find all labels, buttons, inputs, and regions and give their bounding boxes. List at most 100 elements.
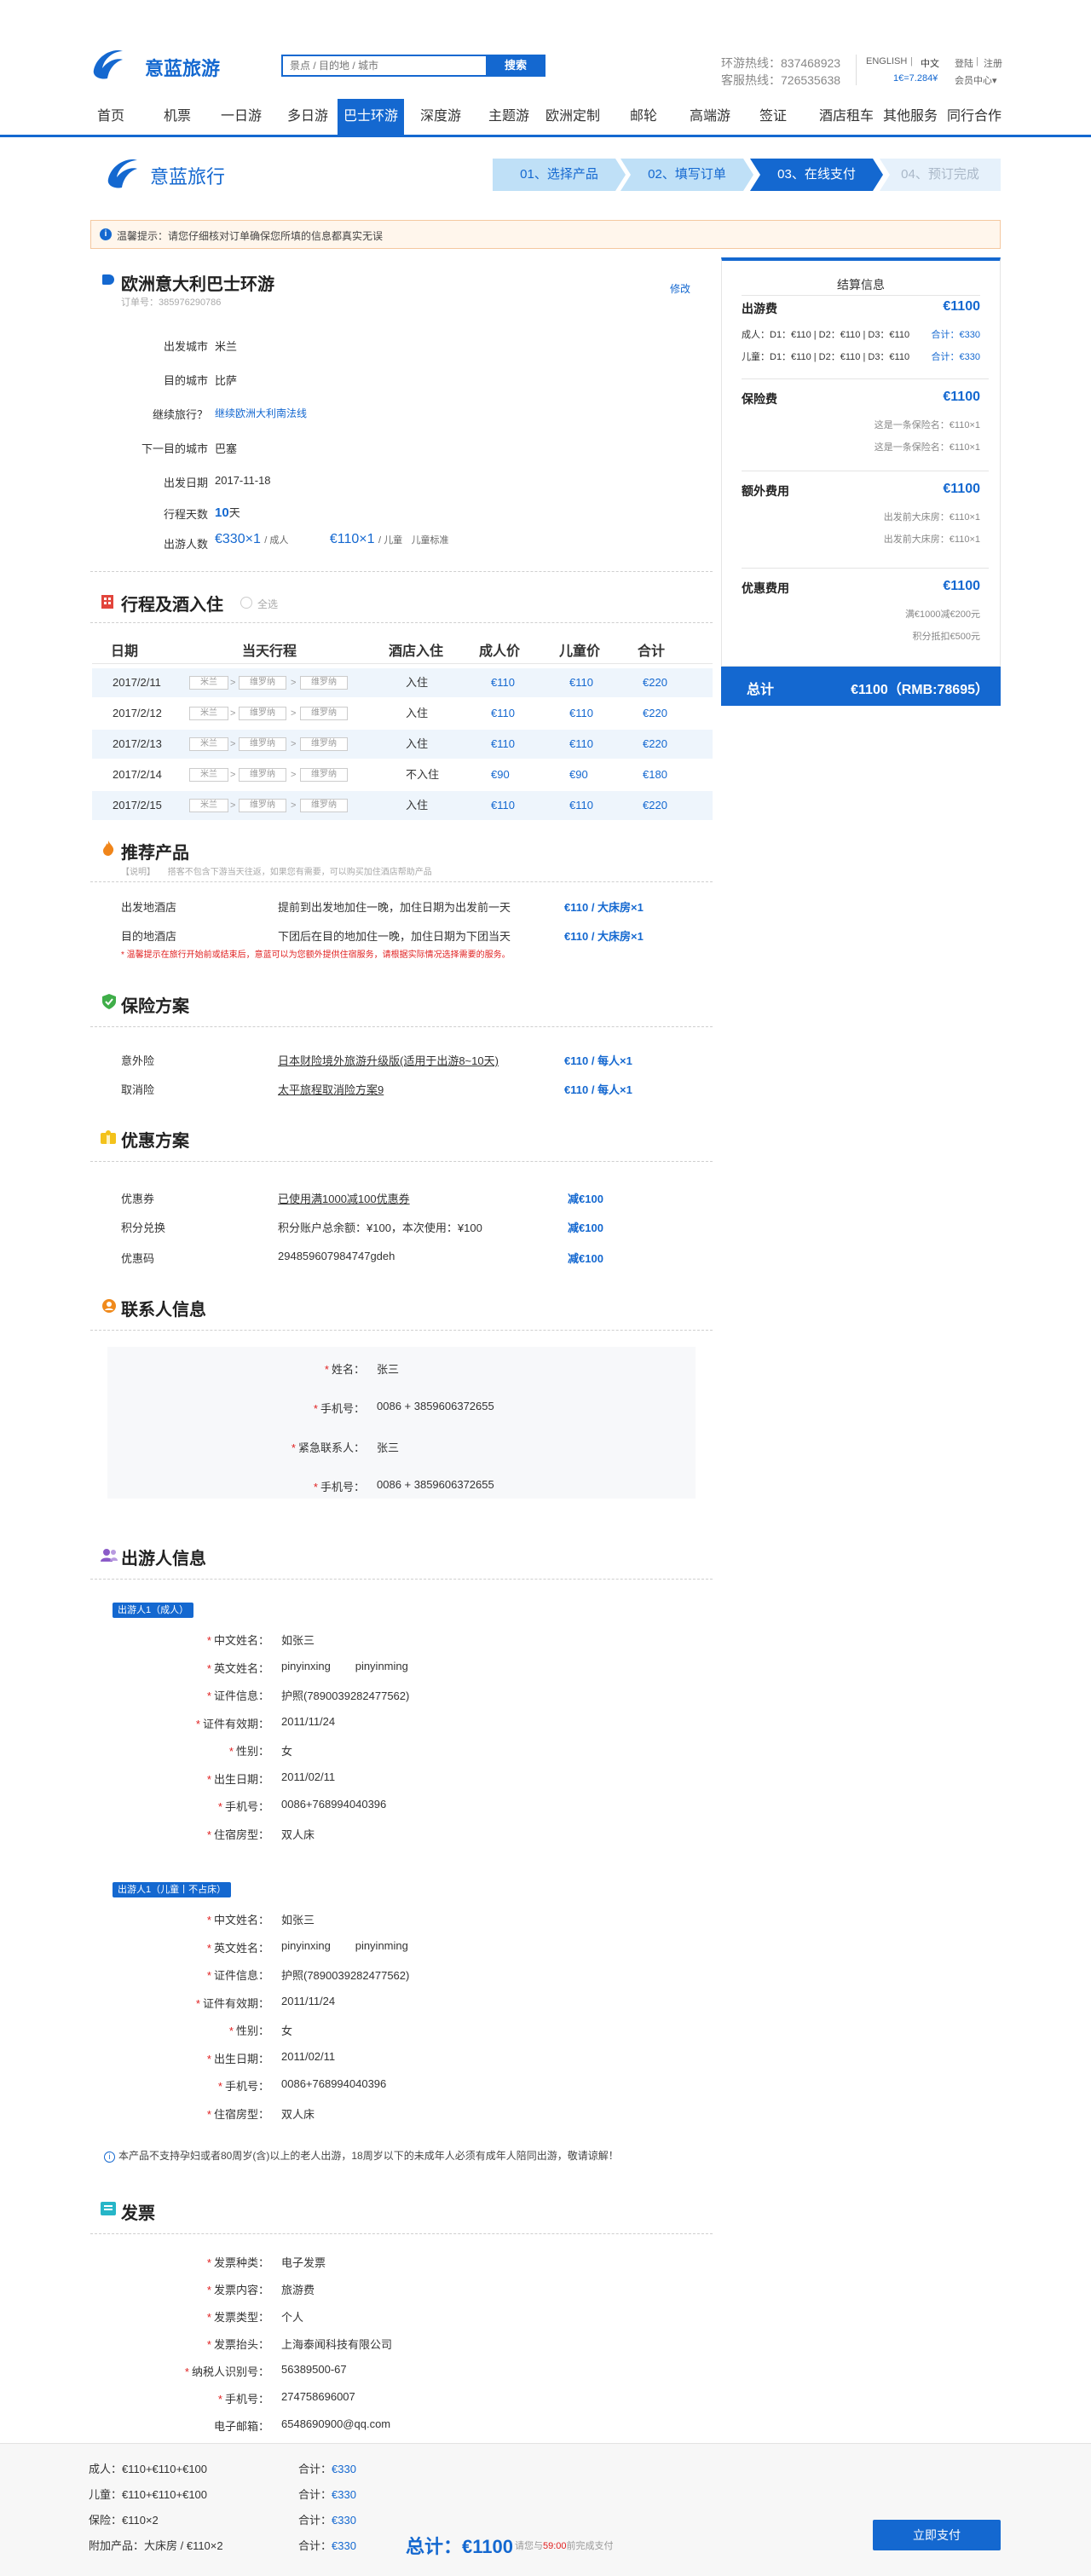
nav-item-1[interactable]: 机票	[155, 99, 199, 135]
city-chip[interactable]: 维罗纳	[239, 768, 286, 782]
row-date: 2017/2/13	[113, 737, 162, 750]
contact-label: * 紧急联系人：	[222, 1439, 365, 1455]
search-button[interactable]: 搜索	[486, 55, 546, 77]
traveler-value: 2011/11/24	[281, 1714, 336, 1728]
traveler-value: 如张三	[281, 1914, 315, 1926]
traveler-label-text: 证件有效期：	[202, 1717, 269, 1730]
lang-en-link[interactable]: ENGLISH	[866, 56, 907, 66]
insurance-price: €110 / 每人×1	[564, 1083, 632, 1096]
required-star: *	[195, 1996, 200, 2010]
divider	[90, 1579, 713, 1580]
required-star: *	[217, 1800, 222, 1813]
member-center-link[interactable]: 会员中心▾	[955, 73, 997, 87]
required-star: *	[195, 1717, 200, 1730]
logo[interactable]: 意蓝旅游	[89, 44, 225, 84]
city-chip[interactable]: 维罗纳	[239, 799, 286, 812]
city-chip[interactable]: 维罗纳	[239, 707, 286, 720]
adult-price: €330×1	[215, 532, 261, 546]
city-chip[interactable]: 维罗纳	[300, 737, 348, 751]
nav-item-4[interactable]: 巴士环游	[338, 99, 404, 135]
arrow-icon: >	[230, 770, 236, 780]
invoice-label: * 发票内容：	[150, 2281, 269, 2297]
city-chip[interactable]: 米兰	[189, 676, 228, 690]
summary-section-label: 出游费	[742, 302, 777, 315]
logo-text: 意蓝旅游	[145, 58, 221, 79]
register-link[interactable]: 注册	[984, 56, 1002, 70]
nav-item-11[interactable]: 酒店租车	[815, 99, 878, 135]
insurance-desc[interactable]: 日本财险境外旅游升级版(适用于出游8~10天)	[278, 1052, 499, 1068]
adult-unit: / 成人	[264, 535, 289, 546]
search-input[interactable]	[281, 55, 486, 77]
select-all-checkbox[interactable]	[240, 597, 252, 609]
login-link[interactable]: 登陆	[955, 56, 973, 70]
nav-item-6[interactable]: 主题游	[482, 99, 535, 135]
traveler-label: * 住宿房型：	[167, 2105, 269, 2122]
column-header: 酒店入住	[389, 644, 444, 659]
discount-label: 优惠券	[121, 1193, 155, 1205]
column-header: 合计	[638, 644, 666, 659]
contact-value: 张三	[377, 1363, 400, 1376]
discount-desc: 已使用满1000减100优惠券	[278, 1193, 410, 1205]
city-chip[interactable]: 维罗纳	[300, 799, 348, 812]
traveler-label: * 出生日期：	[167, 1770, 269, 1787]
contact-value: 0086 + 3859606372655	[377, 1400, 494, 1412]
edit-link[interactable]: 修改	[670, 281, 690, 296]
traveler-label-text: 中文姓名：	[213, 1914, 269, 1926]
table-row: 2017/2/11 米兰 维罗纳 维罗纳 > > 入住 €110 €110 €220	[92, 668, 713, 697]
discount-price: 减€100	[568, 1222, 603, 1234]
city-chip[interactable]: 维罗纳	[300, 676, 348, 690]
city-chip[interactable]: 维罗纳	[300, 707, 348, 720]
contact-title: 联系人信息	[121, 1301, 206, 1320]
contact-label: * 手机号：	[222, 1478, 365, 1494]
adult-price: €90	[491, 768, 510, 781]
nav-item-10[interactable]: 签证	[750, 99, 796, 135]
footer-line-sum: 合计：€330	[298, 2486, 356, 2502]
traveler-label: * 出生日期：	[167, 2050, 269, 2066]
nav-item-8[interactable]: 邮轮	[621, 99, 667, 135]
divider	[90, 1161, 713, 1162]
child-note: 儿童标准	[411, 535, 449, 546]
traveler-label-text: 住宿房型：	[213, 2107, 269, 2121]
product-field-value[interactable]: 继续欧洲大利南法线	[215, 406, 307, 420]
nav-item-5[interactable]: 深度游	[414, 99, 467, 135]
required-star: *	[206, 2256, 211, 2269]
city-chip[interactable]: 维罗纳	[300, 768, 348, 782]
travelers-title: 出游人信息	[121, 1550, 206, 1568]
city-chip[interactable]: 米兰	[189, 768, 228, 782]
chevron-down-icon: ▾	[992, 76, 997, 86]
recommend-price: €110 / 大床房×1	[564, 901, 644, 914]
insurance-desc[interactable]: 太平旅程取消险方案9	[278, 1081, 384, 1097]
pay-now-button[interactable]: 立即支付	[873, 2520, 1001, 2550]
nav-item-3[interactable]: 多日游	[281, 99, 334, 135]
nav-item-13[interactable]: 同行合作	[944, 99, 1004, 135]
nav-item-12[interactable]: 其他服务	[878, 99, 943, 135]
traveler-value: 女	[281, 2024, 293, 2037]
city-chip[interactable]: 维罗纳	[239, 737, 286, 751]
row-total: €220	[643, 707, 667, 719]
contact-label-text: 紧急联系人：	[297, 1441, 365, 1454]
lang-zh-link[interactable]: 中文	[921, 56, 939, 70]
city-chip[interactable]: 米兰	[189, 737, 228, 751]
city-chip[interactable]: 米兰	[189, 707, 228, 720]
traveler-label: * 性别：	[167, 1742, 269, 1759]
page-root: 意蓝旅游 搜索 环游热线：837468923 客服热线：726535638 EN…	[0, 0, 1091, 2576]
contact-value: 0086 + 3859606372655	[377, 1478, 494, 1491]
city-chip[interactable]: 维罗纳	[239, 676, 286, 690]
traveler-value: pinyinxing pinyinming	[281, 1938, 408, 1952]
city-chip[interactable]: 米兰	[189, 799, 228, 812]
invoice-label: 电子邮箱：	[150, 2417, 269, 2434]
nav-item-9[interactable]: 高端游	[682, 99, 738, 135]
product-field-value: 巴塞	[215, 442, 238, 455]
traveler-label-text: 手机号：	[224, 1800, 269, 1813]
nav-item-2[interactable]: 一日游	[215, 99, 268, 135]
info-icon: i	[104, 2151, 115, 2163]
traveler-label-text: 英文姓名：	[213, 1661, 269, 1675]
nav-item-7[interactable]: 欧洲定制	[540, 99, 605, 135]
summary-total-bar: 总计 €1100（RMB:78695）	[721, 667, 1001, 706]
discount-label: 优惠码	[121, 1252, 155, 1265]
building-icon	[101, 593, 114, 609]
fire-icon	[102, 840, 114, 856]
nav-item-0[interactable]: 首页	[89, 99, 133, 135]
summary-line: 成人：D1：€110 | D2：€110 | D3：€110	[742, 330, 910, 340]
login-sep: |	[976, 56, 978, 66]
